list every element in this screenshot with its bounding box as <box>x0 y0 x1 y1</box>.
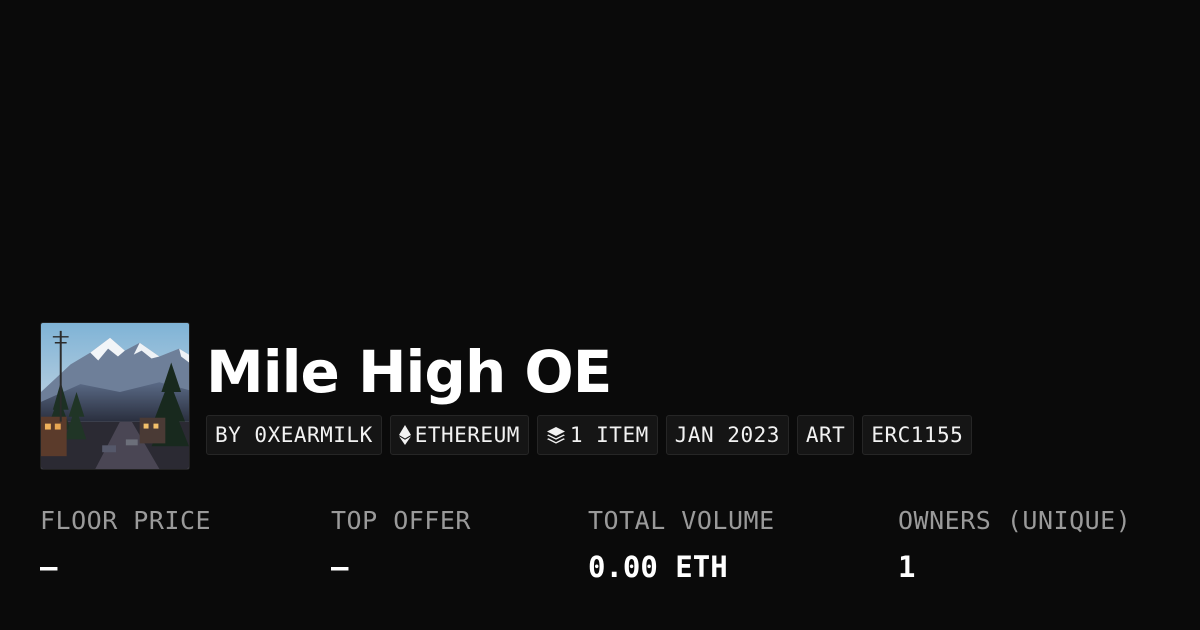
items-tag-label: 1 ITEM <box>569 423 649 447</box>
owners-label: OWNERS (UNIQUE) <box>898 506 1132 535</box>
total-volume-label: TOTAL VOLUME <box>588 506 775 535</box>
items-tag[interactable]: 1 ITEM <box>536 415 658 455</box>
collection-stats: FLOOR PRICE — TOP OFFER — TOTAL VOLUME 0… <box>0 500 1200 610</box>
total-volume-stat: TOTAL VOLUME 0.00 ETH <box>588 500 775 592</box>
top-offer-value: — <box>331 550 349 584</box>
chain-tag-label: ETHEREUM <box>414 423 520 447</box>
category-tag[interactable]: ART <box>796 415 855 455</box>
floor-price-label: FLOOR PRICE <box>40 506 212 535</box>
owners-stat: OWNERS (UNIQUE) 1 <box>898 500 1131 592</box>
layers-icon <box>546 426 566 444</box>
ethereum-icon <box>398 425 411 445</box>
date-tag: JAN 2023 <box>665 415 789 455</box>
standard-tag-label: ERC1155 <box>871 423 964 447</box>
mountain-town-image <box>41 323 189 469</box>
top-offer-label: TOP OFFER <box>331 506 471 535</box>
creator-tag-label: BY 0XEARMILK <box>215 423 373 447</box>
standard-tag: ERC1155 <box>862 415 973 455</box>
category-tag-label: ART <box>805 423 846 447</box>
date-tag-label: JAN 2023 <box>674 423 780 447</box>
collection-tags: BY 0XEARMILK ETHEREUM 1 ITEM JAN 2023 AR… <box>206 415 973 455</box>
owners-value: 1 <box>898 550 916 584</box>
floor-price-value: — <box>40 550 58 584</box>
floor-price-stat: FLOOR PRICE — <box>40 500 211 592</box>
total-volume-value: 0.00 ETH <box>588 550 728 584</box>
top-offer-stat: TOP OFFER — <box>331 500 471 592</box>
collection-avatar[interactable] <box>40 322 190 470</box>
chain-tag[interactable]: ETHEREUM <box>389 415 529 455</box>
collection-title: Mile High OE <box>206 338 612 406</box>
collection-card: Mile High OE BY 0XEARMILK ETHEREUM 1 ITE… <box>0 0 1200 630</box>
creator-tag[interactable]: BY 0XEARMILK <box>206 415 382 455</box>
